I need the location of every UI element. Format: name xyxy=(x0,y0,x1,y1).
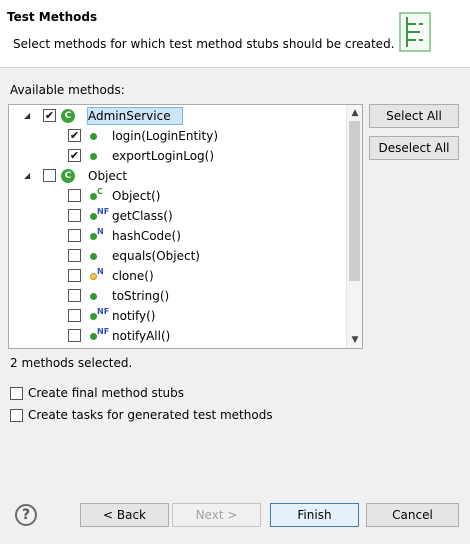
tree-item-label: Object() xyxy=(112,189,161,203)
method-modifier-badge: NF xyxy=(97,207,110,216)
tree-expand-icon[interactable]: ◢ xyxy=(24,171,34,181)
public-method-icon xyxy=(90,153,97,160)
tree-method-item[interactable]: NF notify() xyxy=(9,306,347,326)
tree-item-checkbox[interactable] xyxy=(68,269,81,282)
selection-status: 2 methods selected. xyxy=(10,356,133,370)
tree-method-item[interactable]: login(LoginEntity) xyxy=(9,126,347,146)
tree-method-item[interactable]: NF notifyAll() xyxy=(9,326,347,346)
public-method-icon xyxy=(90,213,97,220)
public-method-icon xyxy=(90,313,97,320)
tree-item-label: exportLoginLog() xyxy=(112,149,215,163)
tree-item-label: login(LoginEntity) xyxy=(112,129,219,143)
tree-vertical-scrollbar[interactable]: ▲ ▼ xyxy=(346,105,362,348)
tree-item-label: notifyAll() xyxy=(112,329,171,343)
method-modifier-badge: NF xyxy=(97,327,110,336)
tree-item-label: clone() xyxy=(112,269,154,283)
tree-item-label: notify() xyxy=(112,309,156,323)
method-modifier-badge: NF xyxy=(97,307,110,316)
tree-item-label: getClass() xyxy=(112,209,173,223)
scroll-up-icon[interactable]: ▲ xyxy=(347,105,362,121)
tree-method-item[interactable]: NhashCode() xyxy=(9,226,347,246)
create-tasks-label: Create tasks for generated test methods xyxy=(28,408,273,422)
public-method-icon xyxy=(90,293,97,300)
scroll-down-icon[interactable]: ▼ xyxy=(347,332,362,348)
page-title: Test Methods xyxy=(7,10,98,24)
tree-item-checkbox[interactable] xyxy=(68,249,81,262)
tree-method-item[interactable]: equals(Object) xyxy=(9,246,347,266)
next-button[interactable]: Next > xyxy=(172,503,261,527)
tree-item-label: toString() xyxy=(112,289,170,303)
select-all-button[interactable]: Select All xyxy=(369,104,459,128)
tree-item-label: AdminService xyxy=(88,109,171,123)
create-tasks-option[interactable]: Create tasks for generated test methods xyxy=(10,408,273,422)
tree-method-item[interactable]: NF getClass() xyxy=(9,206,347,226)
page-description: Select methods for which test method stu… xyxy=(13,37,395,51)
create-tasks-checkbox[interactable] xyxy=(10,408,23,422)
class-icon: C xyxy=(61,109,75,123)
public-method-icon xyxy=(90,133,97,140)
tree-item-checkbox[interactable] xyxy=(43,109,56,122)
public-method-icon xyxy=(90,253,97,260)
public-method-icon xyxy=(90,333,97,340)
tree-item-label: equals(Object) xyxy=(112,249,200,263)
available-methods-label: Available methods: xyxy=(10,83,125,97)
deselect-all-button[interactable]: Deselect All xyxy=(369,136,459,160)
method-modifier-badge: N xyxy=(97,267,104,276)
tree-item-label: Object xyxy=(88,169,128,183)
dialog-header: Test Methods Select methods for which te… xyxy=(0,0,470,68)
test-methods-banner-icon xyxy=(399,12,431,52)
tree-item-checkbox[interactable] xyxy=(68,209,81,222)
tree-item-checkbox[interactable] xyxy=(68,149,81,162)
tree-method-item[interactable]: exportLoginLog() xyxy=(9,146,347,166)
public-method-icon xyxy=(90,193,97,200)
tree-item-label: hashCode() xyxy=(112,229,181,243)
public-method-icon xyxy=(90,233,97,240)
tree-item-checkbox[interactable] xyxy=(68,289,81,302)
scrollbar-thumb[interactable] xyxy=(349,121,360,281)
method-modifier-badge: C xyxy=(97,187,103,196)
method-modifier-badge: N xyxy=(97,227,104,236)
final-stubs-option[interactable]: Create final method stubs xyxy=(10,386,184,400)
finish-button[interactable]: Finish xyxy=(270,503,359,527)
tree-item-checkbox[interactable] xyxy=(68,229,81,242)
back-button[interactable]: < Back xyxy=(80,503,169,527)
tree-class-node[interactable]: ◢ C Object xyxy=(9,166,347,186)
tree-item-checkbox[interactable] xyxy=(68,189,81,202)
final-stubs-checkbox[interactable] xyxy=(10,386,23,400)
tree-item-checkbox[interactable] xyxy=(68,309,81,322)
tree-expand-icon[interactable]: ◢ xyxy=(24,111,34,121)
help-icon[interactable]: ? xyxy=(15,504,37,526)
tree-class-node[interactable]: ◢ C AdminService xyxy=(9,106,347,126)
protected-method-icon xyxy=(90,273,97,280)
tree-item-checkbox[interactable] xyxy=(68,329,81,342)
tree-item-checkbox[interactable] xyxy=(68,129,81,142)
cancel-button[interactable]: Cancel xyxy=(366,503,459,527)
tree-method-item[interactable]: Nclone() xyxy=(9,266,347,286)
tree-method-item[interactable]: toString() xyxy=(9,286,347,306)
class-icon: C xyxy=(61,169,75,183)
tree-item-checkbox[interactable] xyxy=(43,169,56,182)
methods-tree[interactable]: ◢ C AdminService login(LoginEntity) exportLo… xyxy=(8,104,363,349)
tree-method-item[interactable]: C Object() xyxy=(9,186,347,206)
final-stubs-label: Create final method stubs xyxy=(28,386,184,400)
